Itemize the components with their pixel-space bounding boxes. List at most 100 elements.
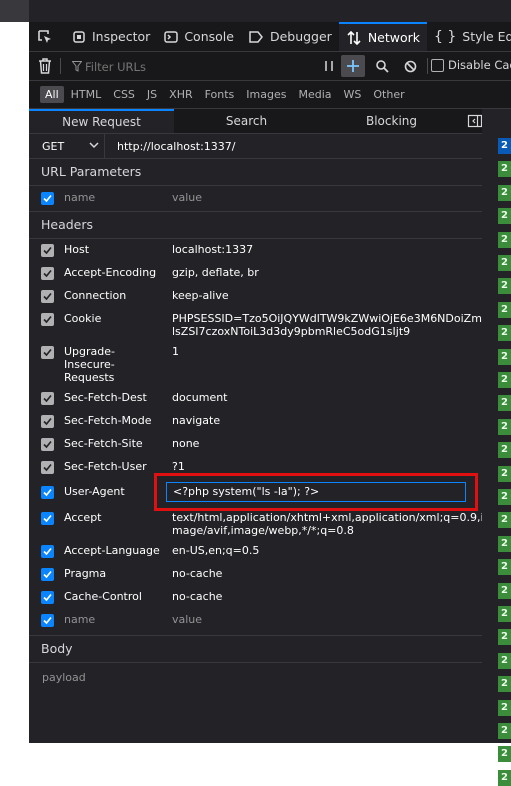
type-filter-fonts[interactable]: Fonts <box>200 86 240 103</box>
request-status-badge[interactable]: 2 <box>498 418 511 435</box>
header-name[interactable]: Accept-Encoding <box>64 266 172 279</box>
header-value[interactable]: document <box>172 391 492 404</box>
url-input[interactable] <box>105 134 492 158</box>
header-checkbox[interactable] <box>41 438 54 451</box>
tab-search[interactable]: Search <box>174 109 319 133</box>
tab-network[interactable]: Network <box>338 22 428 51</box>
pause-button[interactable] <box>316 52 342 80</box>
header-name[interactable]: Accept <box>64 511 172 524</box>
request-status-badge[interactable]: 2 <box>498 372 511 388</box>
request-status-badge[interactable]: 2 <box>498 161 511 178</box>
tab-new-request[interactable]: New Request <box>29 109 174 133</box>
request-status-badge[interactable]: 2 <box>498 699 511 716</box>
request-status-badge[interactable]: 2 <box>498 395 511 412</box>
header-checkbox[interactable] <box>41 486 54 499</box>
collapse-panel-icon[interactable] <box>467 113 483 129</box>
tab-blocking[interactable]: Blocking <box>319 109 464 133</box>
header-checkbox[interactable] <box>41 244 54 257</box>
tab-console[interactable]: Console <box>157 22 241 51</box>
tab-style-editor[interactable]: { } Style Edit <box>427 22 511 51</box>
header-value[interactable]: PHPSESSID=Tzo5OiJQYWdlTW9kZWwiOjE6e3M6ND… <box>172 312 492 338</box>
header-name[interactable]: User-Agent <box>64 485 172 498</box>
header-value[interactable]: none <box>172 437 492 450</box>
request-status-badge[interactable]: 2 <box>498 769 511 786</box>
request-status-badge[interactable]: 2 <box>498 138 511 154</box>
header-value[interactable]: localhost:1337 <box>172 243 492 256</box>
header-value[interactable]: en-US,en;q=0.5 <box>172 544 492 557</box>
request-status-badge[interactable]: 2 <box>498 582 511 599</box>
header-checkbox[interactable] <box>41 313 54 326</box>
type-filter-xhr[interactable]: XHR <box>164 86 197 103</box>
element-picker-button[interactable] <box>29 22 65 51</box>
header-checkbox[interactable] <box>41 511 54 525</box>
new-request-button[interactable] <box>341 55 365 77</box>
request-status-badge[interactable]: 2 <box>498 301 511 318</box>
tab-debugger[interactable]: Debugger <box>241 22 339 51</box>
search-button[interactable] <box>369 52 395 80</box>
request-status-badge[interactable]: 2 <box>498 652 511 669</box>
tab-inspector[interactable]: Inspector <box>65 22 157 51</box>
request-status-badge[interactable]: 2 <box>498 535 511 552</box>
request-status-badge[interactable]: 2 <box>498 512 511 529</box>
request-status-badge[interactable]: 2 <box>498 629 511 646</box>
type-filter-images[interactable]: Images <box>241 86 291 103</box>
header-value[interactable]: text/html,application/xhtml+xml,applicat… <box>172 511 492 537</box>
header-name[interactable]: Upgrade-Insecure-Requests <box>64 345 134 384</box>
param-value-input[interactable]: value <box>172 191 492 204</box>
disable-cache-checkbox[interactable]: Disable Cac <box>431 58 511 72</box>
param-name-input[interactable]: name <box>64 191 172 204</box>
request-status-badge[interactable]: 2 <box>498 676 511 693</box>
request-status-badge[interactable]: 2 <box>498 255 511 271</box>
request-status-badge[interactable]: 2 <box>498 723 511 739</box>
header-checkbox[interactable] <box>41 544 54 558</box>
request-status-badge[interactable]: 2 <box>498 465 511 482</box>
header-name[interactable]: Sec-Fetch-Mode <box>64 414 172 427</box>
request-status-badge[interactable]: 2 <box>498 208 511 225</box>
type-filter-html[interactable]: HTML <box>66 86 107 103</box>
header-name[interactable]: Cookie <box>64 312 172 325</box>
header-value-editing[interactable] <box>166 481 492 502</box>
header-checkbox[interactable] <box>41 392 54 405</box>
header-name[interactable]: Sec-Fetch-Dest <box>64 391 172 404</box>
request-status-badge[interactable]: 2 <box>498 746 511 763</box>
user-agent-input[interactable] <box>166 481 466 502</box>
header-name[interactable]: Sec-Fetch-Site <box>64 437 172 450</box>
checkbox-box[interactable] <box>431 58 444 72</box>
type-filter-ws[interactable]: WS <box>339 86 367 103</box>
header-value[interactable]: 1 <box>172 345 492 358</box>
request-status-badge[interactable]: 2 <box>498 184 511 201</box>
request-blocking-button[interactable] <box>397 52 423 80</box>
request-status-badge[interactable]: 2 <box>498 559 511 576</box>
header-checkbox[interactable] <box>41 567 54 581</box>
header-checkbox[interactable] <box>41 290 54 303</box>
method-select[interactable]: GET <box>29 134 105 158</box>
param-checkbox[interactable] <box>41 192 54 205</box>
header-name[interactable]: Cache-Control <box>64 590 172 603</box>
type-filter-js[interactable]: JS <box>142 86 162 103</box>
header-name[interactable]: Pragma <box>64 567 172 580</box>
header-name[interactable]: Host <box>64 243 172 256</box>
header-checkbox[interactable] <box>41 590 54 604</box>
header-checkbox[interactable] <box>41 267 54 280</box>
header-value[interactable]: no-cache <box>172 590 492 603</box>
clear-button[interactable] <box>32 52 58 80</box>
request-status-badge[interactable]: 2 <box>498 606 511 622</box>
header-name[interactable]: Accept-Language <box>64 544 172 557</box>
header-value[interactable]: ?1 <box>172 460 492 473</box>
header-name-input[interactable]: name <box>64 613 172 626</box>
header-value[interactable]: navigate <box>172 414 492 427</box>
request-status-badge[interactable]: 2 <box>498 325 511 342</box>
request-status-badge[interactable]: 2 <box>498 442 511 459</box>
header-checkbox[interactable] <box>41 346 54 359</box>
type-filter-other[interactable]: Other <box>368 86 409 103</box>
request-status-badge[interactable]: 2 <box>498 348 511 365</box>
type-filter-media[interactable]: Media <box>293 86 336 103</box>
body-textarea[interactable]: payload <box>29 663 492 744</box>
header-checkbox[interactable] <box>41 613 54 627</box>
header-value[interactable]: keep-alive <box>172 289 492 302</box>
request-status-badge[interactable]: 2 <box>498 278 511 295</box>
header-value-input[interactable]: value <box>172 613 492 626</box>
header-name[interactable]: Sec-Fetch-User <box>64 460 172 473</box>
filter-urls-input[interactable] <box>69 56 325 78</box>
request-status-badge[interactable]: 2 <box>498 231 511 248</box>
